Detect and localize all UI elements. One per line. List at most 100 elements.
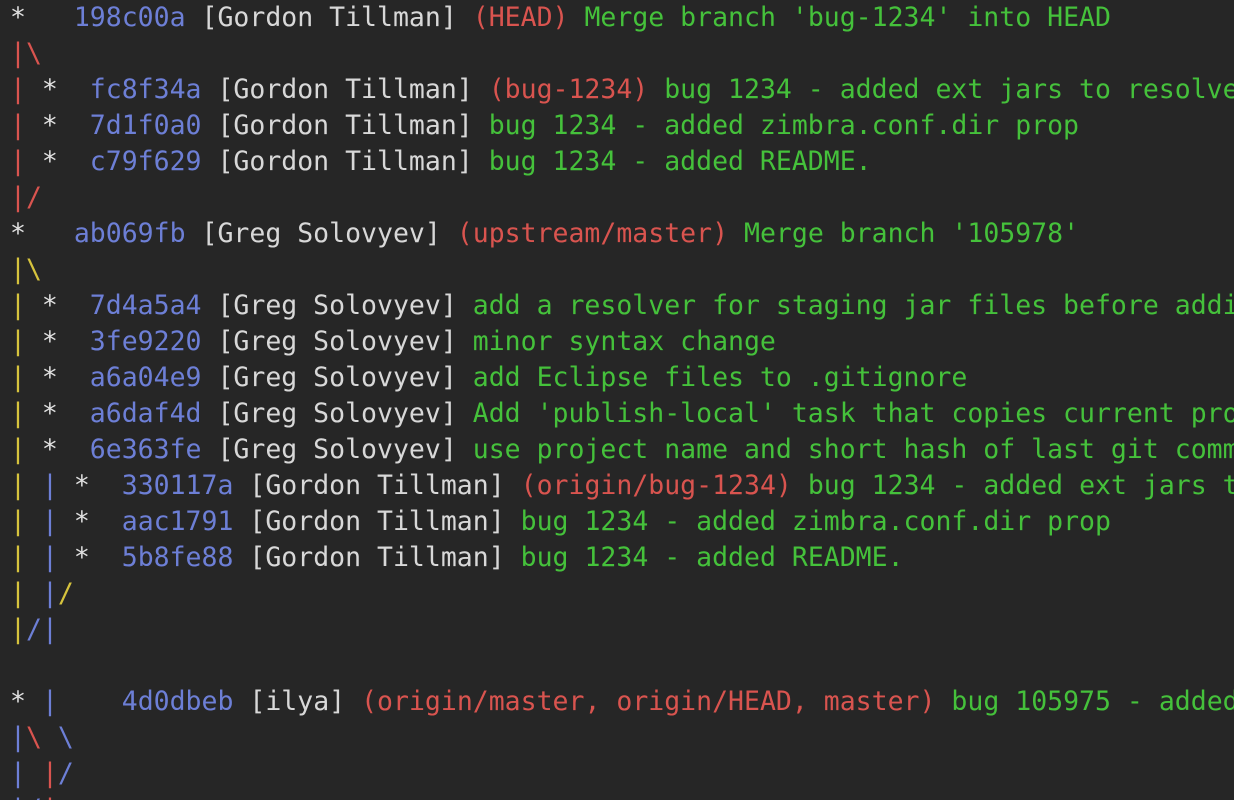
commit-author: [Gordon Tillman] xyxy=(217,74,473,105)
graph-segment: | xyxy=(10,326,26,357)
commit-message: bug 1234 - added README. xyxy=(488,146,872,177)
commit-author: [Greg Solovyev] xyxy=(217,326,457,357)
commit-message: bug 1234 - added ext jars to resolve xyxy=(664,74,1234,105)
commit-line: | * 3fe9220 [Greg Solovyev] minor syntax… xyxy=(0,324,1234,360)
commit-line: | | * 330117a [Gordon Tillman] (origin/b… xyxy=(0,468,1234,504)
commit-message: bug 1234 - added README. xyxy=(520,542,904,573)
graph-segment: | xyxy=(41,758,58,789)
commit-author: [Greg Solovyev] xyxy=(217,434,457,465)
commit-author: [Gordon Tillman] xyxy=(249,470,505,501)
graph-segment: | xyxy=(41,542,58,573)
graph-segment: * xyxy=(25,110,90,141)
commit-line: | * c79f629 [Gordon Tillman] bug 1234 - … xyxy=(0,144,1234,180)
commit-message: minor syntax change xyxy=(472,326,776,357)
graph-line: |/| xyxy=(0,612,1234,648)
commit-ref: (origin/master, origin/HEAD, master) xyxy=(361,686,936,717)
commit-author: [Greg Solovyev] xyxy=(217,290,457,321)
graph-segment: * xyxy=(57,506,122,537)
commit-line: | * a6a04e9 [Greg Solovyev] add Eclipse … xyxy=(0,360,1234,396)
commit-message: Merge branch '105978' xyxy=(744,218,1080,249)
commit-line: | | * 5b8fe88 [Gordon Tillman] bug 1234 … xyxy=(0,540,1234,576)
graph-line: |/| xyxy=(0,792,1234,800)
commit-hash: 4d0dbeb xyxy=(121,686,234,717)
commit-hash: a6a04e9 xyxy=(89,362,202,393)
commit-author: [Gordon Tillman] xyxy=(249,542,505,573)
commit-message: use project name and short hash of last … xyxy=(472,434,1234,465)
graph-line: |\ xyxy=(0,252,1234,288)
graph-segment: | xyxy=(10,74,26,105)
graph-segment: | xyxy=(10,758,26,789)
graph-line: |/ xyxy=(0,180,1234,216)
commit-author: [Greg Solovyev] xyxy=(217,398,457,429)
commit-ref: (upstream/master) xyxy=(456,218,729,249)
graph-segment: * xyxy=(25,290,90,321)
graph-segment: | xyxy=(41,470,58,501)
graph-segment: |\ xyxy=(10,254,42,285)
graph-segment xyxy=(26,578,42,609)
commit-line: | * 6e363fe [Greg Solovyev] use project … xyxy=(0,432,1234,468)
commit-line: | | * aac1791 [Gordon Tillman] bug 1234 … xyxy=(0,504,1234,540)
graph-segment: * xyxy=(25,326,90,357)
graph-segment: | xyxy=(10,146,26,177)
commit-message: bug 1234 - added zimbra.conf.dir prop xyxy=(520,506,1111,537)
commit-ref: (bug-1234) xyxy=(488,74,649,105)
commit-ref: (origin/bug-1234) xyxy=(520,470,792,501)
graph-segment: |/ xyxy=(10,182,42,213)
commit-line: | * fc8f34a [Gordon Tillman] (bug-1234) … xyxy=(0,72,1234,108)
graph-segment: \ xyxy=(25,722,42,753)
graph-segment: * xyxy=(10,2,26,33)
graph-segment: | xyxy=(10,470,26,501)
graph-segment: / xyxy=(57,758,74,789)
commit-line: * 198c00a [Gordon Tillman] (HEAD) Merge … xyxy=(0,0,1234,36)
graph-segment: * xyxy=(10,218,26,249)
commit-author: [Greg Solovyev] xyxy=(201,218,441,249)
commit-line: * ab069fb [Greg Solovyev] (upstream/mast… xyxy=(0,216,1234,252)
graph-line: | |/ xyxy=(0,576,1234,612)
commit-hash: a6daf4d xyxy=(89,398,202,429)
graph-segment: | xyxy=(41,686,58,717)
graph-segment: | xyxy=(10,794,26,800)
graph-segment: * xyxy=(25,146,90,177)
commit-message: Add 'publish-local' task that copies cur… xyxy=(472,398,1234,429)
graph-segment: \ xyxy=(57,722,74,753)
commit-author: [Gordon Tillman] xyxy=(249,506,505,537)
commit-hash: 198c00a xyxy=(73,2,186,33)
graph-segment: | xyxy=(10,434,26,465)
commit-message: bug 1234 - added zimbra.conf.dir prop xyxy=(488,110,1080,141)
commit-hash: 6e363fe xyxy=(89,434,202,465)
commit-ref: (HEAD) xyxy=(472,2,569,33)
commit-hash: aac1791 xyxy=(121,506,234,537)
graph-segment: * xyxy=(25,434,90,465)
commit-line: | * 7d4a5a4 [Greg Solovyev] add a resolv… xyxy=(0,288,1234,324)
graph-segment: | xyxy=(10,722,26,753)
commit-message: bug 105975 - added xyxy=(951,686,1234,717)
graph-segment xyxy=(26,2,74,33)
graph-segment: | xyxy=(41,506,58,537)
commit-hash: ab069fb xyxy=(73,218,186,249)
graph-segment: | xyxy=(41,614,58,645)
graph-segment: | xyxy=(10,398,26,429)
graph-line: | |/ xyxy=(0,756,1234,792)
graph-segment: | xyxy=(41,578,58,609)
commit-line: * | 4d0dbeb [ilya] (origin/master, origi… xyxy=(0,684,1234,720)
graph-segment xyxy=(26,758,42,789)
graph-segment: | xyxy=(10,506,26,537)
commit-hash: 5b8fe88 xyxy=(121,542,234,573)
graph-segment: | xyxy=(10,542,26,573)
graph-segment xyxy=(26,686,42,717)
graph-segment: * xyxy=(57,542,122,573)
graph-segment: / xyxy=(26,794,42,800)
terminal-window[interactable]: * 198c00a [Gordon Tillman] (HEAD) Merge … xyxy=(0,0,1234,800)
graph-segment: * xyxy=(10,686,26,717)
commit-message: bug 1234 - added ext jars t xyxy=(807,470,1234,501)
graph-segment: * xyxy=(25,362,90,393)
graph-segment: | xyxy=(10,362,26,393)
graph-line: |\ xyxy=(0,36,1234,72)
graph-segment: |\ xyxy=(10,38,42,69)
commit-hash: c79f629 xyxy=(89,146,202,177)
commit-line: | * a6daf4d [Greg Solovyev] Add 'publish… xyxy=(0,396,1234,432)
graph-segment xyxy=(26,218,74,249)
graph-segment: | xyxy=(42,794,58,800)
commit-message: add a resolver for staging jar files bef… xyxy=(472,290,1234,321)
commit-hash: 7d1f0a0 xyxy=(89,110,202,141)
